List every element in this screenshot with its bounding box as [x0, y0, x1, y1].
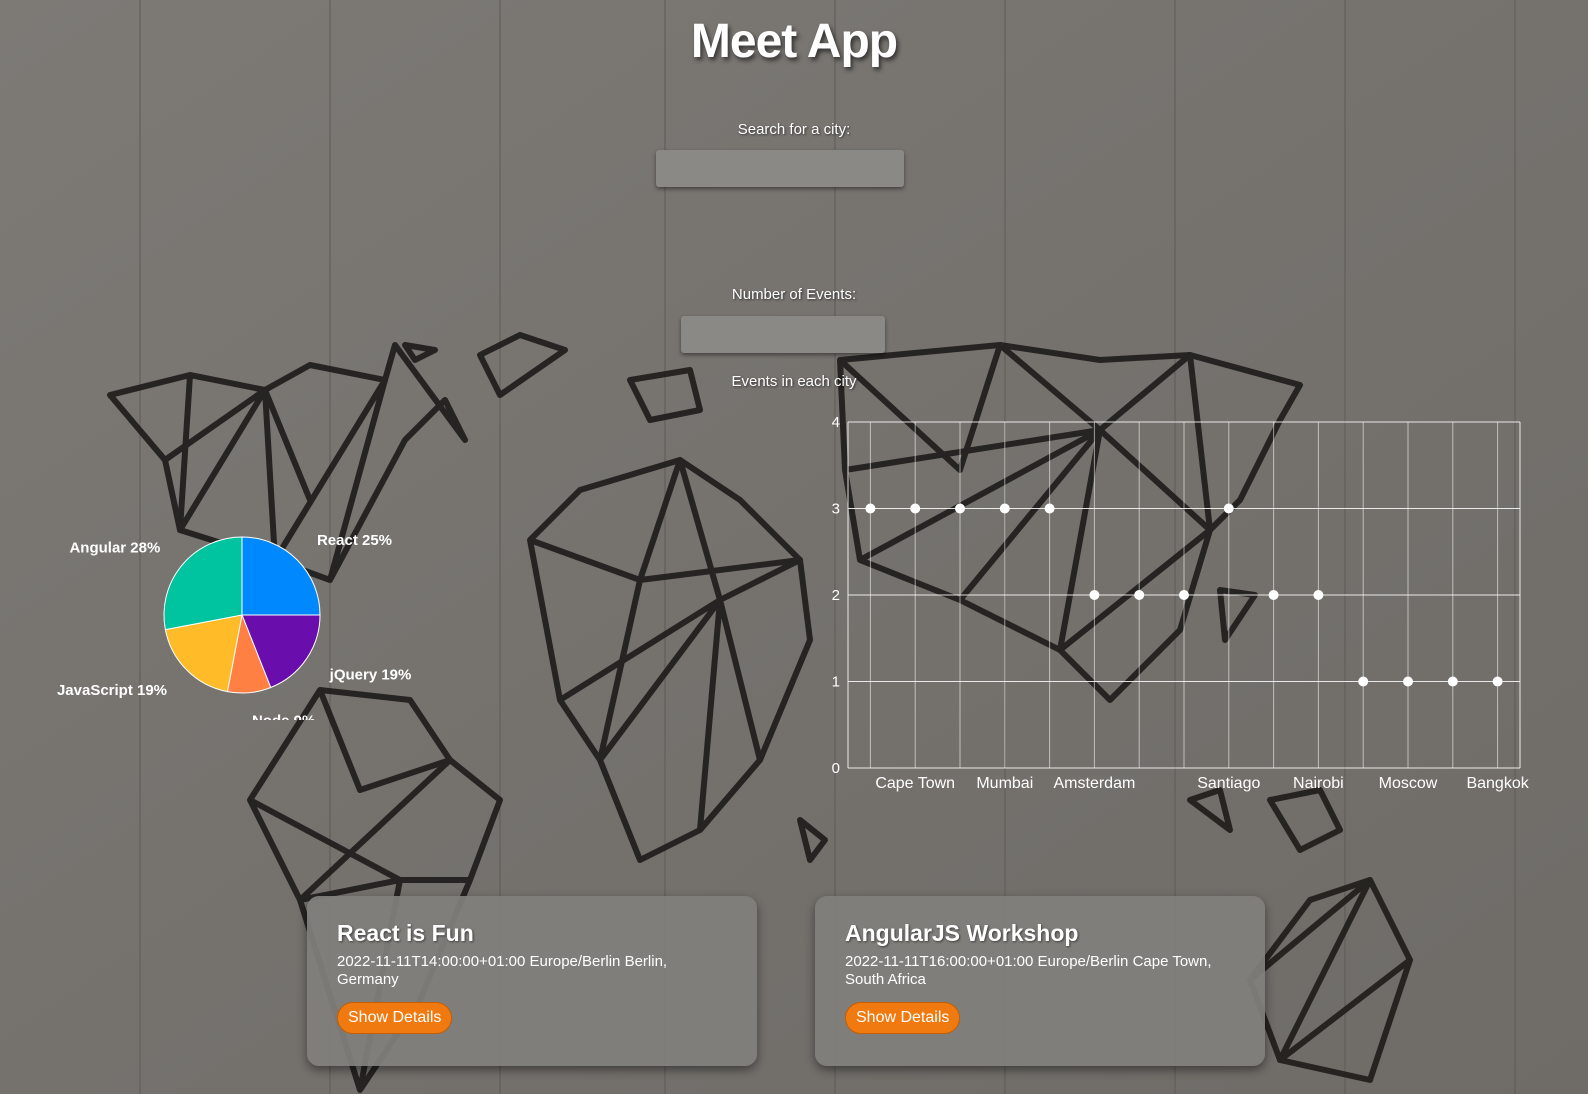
event-card: AngularJS Workshop 2022-11-11T16:00:00+0… — [815, 896, 1265, 1066]
pie-label-jquery: jQuery 19% — [329, 667, 412, 684]
scatter-point — [999, 503, 1010, 514]
y-tick-label: 1 — [832, 674, 840, 691]
event-details: 2022-11-11T14:00:00+01:00 Europe/Berlin … — [337, 953, 668, 988]
show-details-button[interactable]: Show Details — [845, 1002, 961, 1034]
pie-slice-react — [241, 536, 321, 616]
number-of-events-label: Number of Events: — [731, 286, 857, 303]
scatter-point — [1403, 676, 1413, 687]
pie-label-react: React 25% — [317, 532, 392, 549]
city-search-label: Search for a city: — [737, 121, 851, 138]
pie-label-angular: Angular 28% — [69, 539, 160, 556]
genre-pie-svg: React 25% jQuery 19% Node 9% JavaScript 19%… — [57, 532, 412, 729]
y-tick-label: 2 — [832, 587, 840, 604]
scatter-point — [1179, 590, 1189, 600]
event-card: React is Fun 2022-11-11T14:00:00+01:00 E… — [307, 896, 757, 1066]
chart-title: Events in each city — [731, 373, 857, 390]
number-of-events-input[interactable] — [681, 316, 885, 353]
scatter-point — [1268, 590, 1279, 600]
city-search-input[interactable] — [656, 150, 904, 187]
scatter-point — [1358, 676, 1369, 687]
scatter-point — [1447, 676, 1458, 687]
x-tick-label: Mumbai — [976, 775, 1033, 792]
scatter-point — [1492, 676, 1503, 687]
genre-pie-chart: React 25% jQuery 19% Node 9% JavaScript 19%… — [0, 520, 440, 729]
events-per-city-svg: 0 1 2 3 4 Cape Town Mumbai Amsterdam Santiago Nai… — [832, 414, 1530, 792]
scatter-point — [1223, 503, 1234, 514]
x-tick-label: Santiago — [1197, 775, 1260, 792]
x-tick-label: Cape Town — [875, 775, 955, 792]
event-title: React is Fun — [337, 920, 474, 946]
scatter-point — [1044, 503, 1055, 514]
scatter-point — [1313, 590, 1324, 600]
x-tick-label: Moscow — [1379, 775, 1438, 792]
events-per-city-chart: 0 1 2 3 4 Cape Town Mumbai Amsterdam Santiago Nai… — [790, 400, 1580, 820]
y-tick-label: 0 — [832, 760, 840, 777]
x-tick-label: Bangkok — [1466, 775, 1529, 792]
show-details-button[interactable]: Show Details — [337, 1002, 453, 1034]
pie-slice-angular — [163, 536, 243, 631]
scatter-point — [1089, 590, 1100, 600]
x-tick-label: Nairobi — [1293, 775, 1344, 792]
event-details: 2022-11-11T16:00:00+01:00 Europe/Berlin … — [845, 953, 1212, 988]
event-title: AngularJS Workshop — [845, 920, 1079, 946]
scatter-point — [865, 503, 876, 514]
pie-label-javascript: JavaScript 19% — [57, 682, 167, 699]
scatter-point — [955, 503, 965, 514]
scatter-point — [910, 503, 921, 514]
pie-label-node: Node 9% — [252, 713, 315, 720]
app-title: Meet App — [690, 15, 898, 68]
x-tick-label: Amsterdam — [1054, 775, 1136, 792]
scatter-point — [1134, 590, 1145, 600]
y-tick-label: 4 — [832, 414, 840, 431]
y-tick-label: 3 — [832, 501, 840, 518]
